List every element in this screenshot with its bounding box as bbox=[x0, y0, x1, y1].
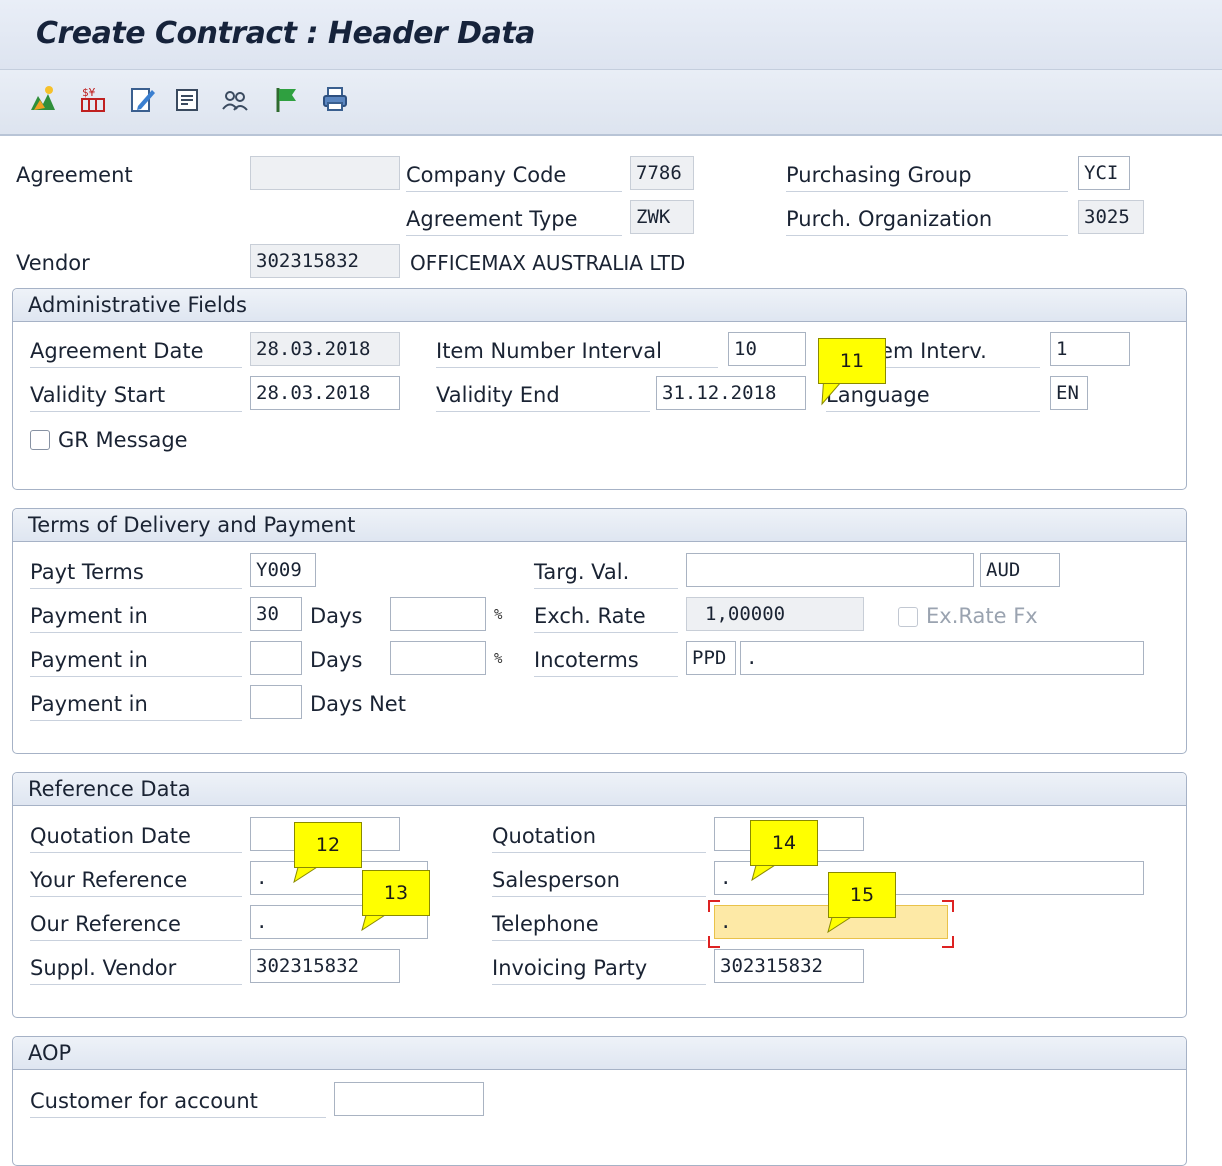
exch-rate-label: Exch. Rate bbox=[534, 599, 678, 633]
payment-in-label-3: Payment in bbox=[30, 687, 242, 721]
invoicing-party-field[interactable]: 302315832 bbox=[714, 949, 864, 983]
purchasing-group-label: Purchasing Group bbox=[786, 158, 1068, 192]
salesperson-label: Salesperson bbox=[492, 863, 706, 897]
your-reference-label: Your Reference bbox=[30, 863, 242, 897]
percent-sign-1: % bbox=[494, 607, 503, 623]
suppl-vendor-field[interactable]: 302315832 bbox=[250, 949, 400, 983]
days-label-1: Days bbox=[310, 604, 363, 628]
days-net-label: Days Net bbox=[310, 692, 406, 716]
callout-14: 14 bbox=[750, 820, 818, 866]
language-field[interactable]: EN bbox=[1050, 376, 1088, 410]
payment-days-field-3[interactable] bbox=[250, 685, 302, 719]
agreement-date-label: Agreement Date bbox=[30, 334, 242, 368]
agreement-type-label: Agreement Type bbox=[406, 202, 622, 236]
suppl-vendor-label: Suppl. Vendor bbox=[30, 951, 242, 985]
purch-organization-label: Purch. Organization bbox=[786, 202, 1068, 236]
callout-11: 11 bbox=[818, 338, 886, 384]
flag-status-icon[interactable] bbox=[274, 84, 300, 114]
purchasing-group-field[interactable]: YCI bbox=[1078, 156, 1130, 190]
ex-rate-fx-label: Ex.Rate Fx bbox=[926, 604, 1038, 628]
payment-in-label-1: Payment in bbox=[30, 599, 242, 633]
application-toolbar: $¥ bbox=[0, 70, 1222, 136]
print-icon[interactable] bbox=[322, 84, 348, 114]
focus-corner-br bbox=[942, 936, 954, 948]
agreement-type-field[interactable]: ZWK bbox=[630, 200, 694, 234]
focus-corner-tr bbox=[942, 900, 954, 912]
header-details-icon[interactable] bbox=[174, 84, 200, 114]
page-title: Create Contract : Header Data bbox=[36, 16, 535, 51]
terms-delivery-payment-title: Terms of Delivery and Payment bbox=[28, 513, 356, 537]
vendor-field[interactable]: 302315832 bbox=[250, 244, 400, 278]
company-code-label: Company Code bbox=[406, 158, 622, 192]
payt-terms-label: Payt Terms bbox=[30, 555, 242, 589]
header-overview-icon[interactable] bbox=[30, 84, 56, 114]
percent-sign-2: % bbox=[494, 651, 503, 667]
ex-rate-fx-checkbox[interactable] bbox=[898, 607, 918, 627]
payment-days-field-1[interactable]: 30 bbox=[250, 597, 302, 631]
our-reference-label: Our Reference bbox=[30, 907, 242, 941]
payment-percent-field-2[interactable] bbox=[390, 641, 486, 675]
validity-end-label: Validity End bbox=[436, 378, 650, 412]
validity-start-label: Validity Start bbox=[30, 378, 242, 412]
incoterms-label: Incoterms bbox=[534, 643, 678, 677]
payment-days-field-2[interactable] bbox=[250, 641, 302, 675]
customer-for-account-label: Customer for account bbox=[30, 1084, 326, 1118]
gr-message-label: GR Message bbox=[58, 428, 188, 452]
vendor-name: OFFICEMAX AUSTRALIA LTD bbox=[410, 251, 686, 275]
targ-val-label: Targ. Val. bbox=[534, 555, 678, 589]
title-bar: Create Contract : Header Data bbox=[0, 0, 1222, 70]
focus-corner-bl bbox=[708, 936, 720, 948]
item-number-interval-label: Item Number Interval bbox=[436, 334, 718, 368]
payment-in-label-2: Payment in bbox=[30, 643, 242, 677]
validity-start-field[interactable]: 28.03.2018 bbox=[250, 376, 400, 410]
aop-title: AOP bbox=[28, 1041, 72, 1065]
purch-organization-field[interactable]: 3025 bbox=[1078, 200, 1144, 234]
payment-percent-field-1[interactable] bbox=[390, 597, 486, 631]
conditions-icon[interactable]: $¥ bbox=[80, 84, 106, 114]
customer-for-account-field[interactable] bbox=[334, 1082, 484, 1116]
validity-end-field[interactable]: 31.12.2018 bbox=[656, 376, 806, 410]
item-number-interval-field[interactable]: 10 bbox=[728, 332, 806, 366]
administrative-fields-title: Administrative Fields bbox=[28, 293, 247, 317]
agreement-field[interactable] bbox=[250, 156, 400, 190]
focus-corner-tl bbox=[708, 900, 720, 912]
invoicing-party-label: Invoicing Party bbox=[492, 951, 706, 985]
quotation-date-label: Quotation Date bbox=[30, 819, 242, 853]
callout-13: 13 bbox=[362, 870, 430, 916]
quotation-label: Quotation bbox=[492, 819, 706, 853]
agreement-date-field[interactable]: 28.03.2018 bbox=[250, 332, 400, 366]
reference-data-title: Reference Data bbox=[28, 777, 191, 801]
callout-12: 12 bbox=[294, 822, 362, 868]
telephone-label: Telephone bbox=[492, 907, 706, 941]
partners-icon[interactable] bbox=[222, 84, 248, 114]
incoterms-field[interactable]: PPD bbox=[686, 641, 736, 675]
subitem-interval-field[interactable]: 1 bbox=[1050, 332, 1130, 366]
incoterms-location-field[interactable]: . bbox=[740, 641, 1144, 675]
target-value-field[interactable] bbox=[686, 553, 974, 587]
agreement-label: Agreement bbox=[16, 163, 133, 187]
callout-15: 15 bbox=[828, 872, 896, 918]
vendor-label: Vendor bbox=[16, 251, 90, 275]
edit-texts-icon[interactable] bbox=[130, 84, 156, 114]
currency-field[interactable]: AUD bbox=[980, 553, 1060, 587]
gr-message-checkbox[interactable] bbox=[30, 430, 50, 450]
exchange-rate-field[interactable]: 1,00000 bbox=[686, 597, 864, 631]
svg-text:$¥: $¥ bbox=[82, 86, 96, 99]
payt-terms-field[interactable]: Y009 bbox=[250, 553, 316, 587]
days-label-2: Days bbox=[310, 648, 363, 672]
company-code-field[interactable]: 7786 bbox=[630, 156, 694, 190]
